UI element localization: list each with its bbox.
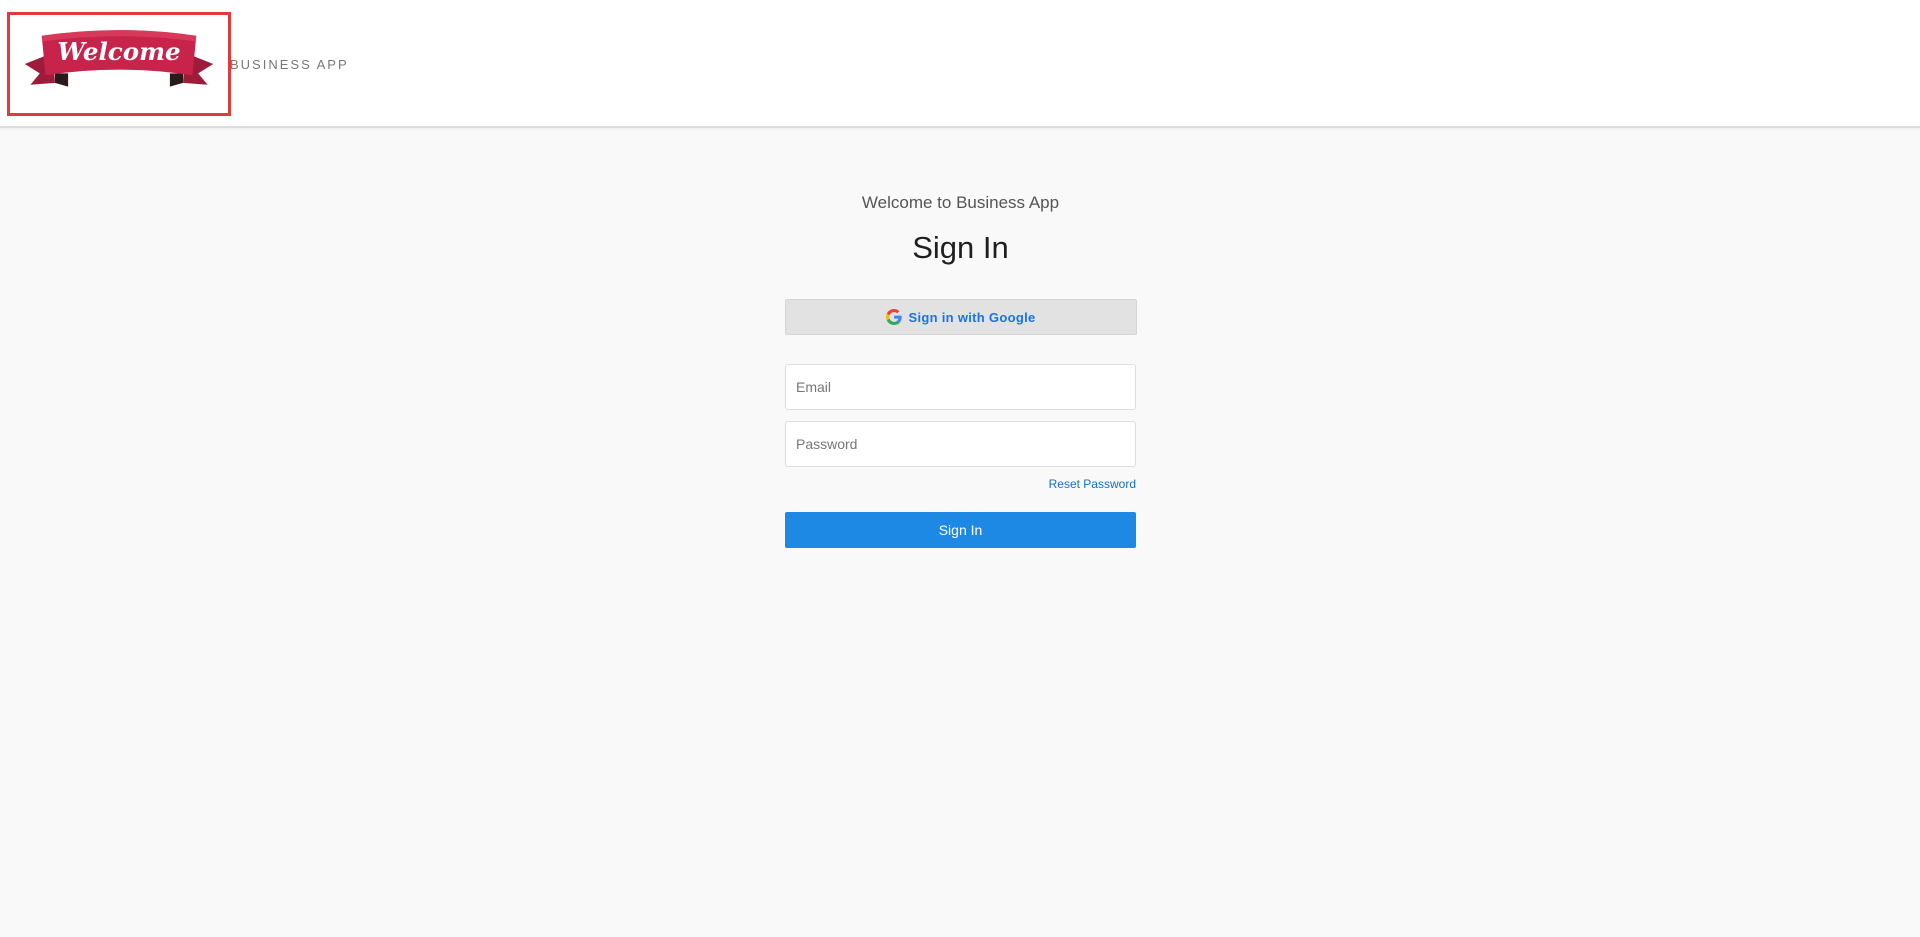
app-header: Welcome BUSINESS APP: [0, 0, 1920, 128]
password-input[interactable]: [785, 421, 1136, 467]
main-content: Welcome to Business App Sign In Sign in …: [0, 130, 1920, 937]
app-name: BUSINESS APP: [230, 57, 349, 72]
email-input[interactable]: [785, 364, 1136, 410]
google-signin-button[interactable]: Sign in with Google: [785, 299, 1137, 335]
google-g-icon: [886, 309, 903, 325]
welcome-message: Welcome to Business App: [861, 193, 1060, 212]
logo-text: Welcome: [57, 37, 180, 66]
page-title: Sign In: [912, 230, 1009, 265]
welcome-ribbon-logo: Welcome: [24, 30, 214, 87]
google-signin-label: Sign in with Google: [908, 309, 1036, 325]
reset-password-link[interactable]: Reset Password: [1049, 477, 1136, 491]
welcome-logo[interactable]: Welcome: [7, 12, 231, 116]
signin-button[interactable]: Sign In: [785, 512, 1136, 548]
